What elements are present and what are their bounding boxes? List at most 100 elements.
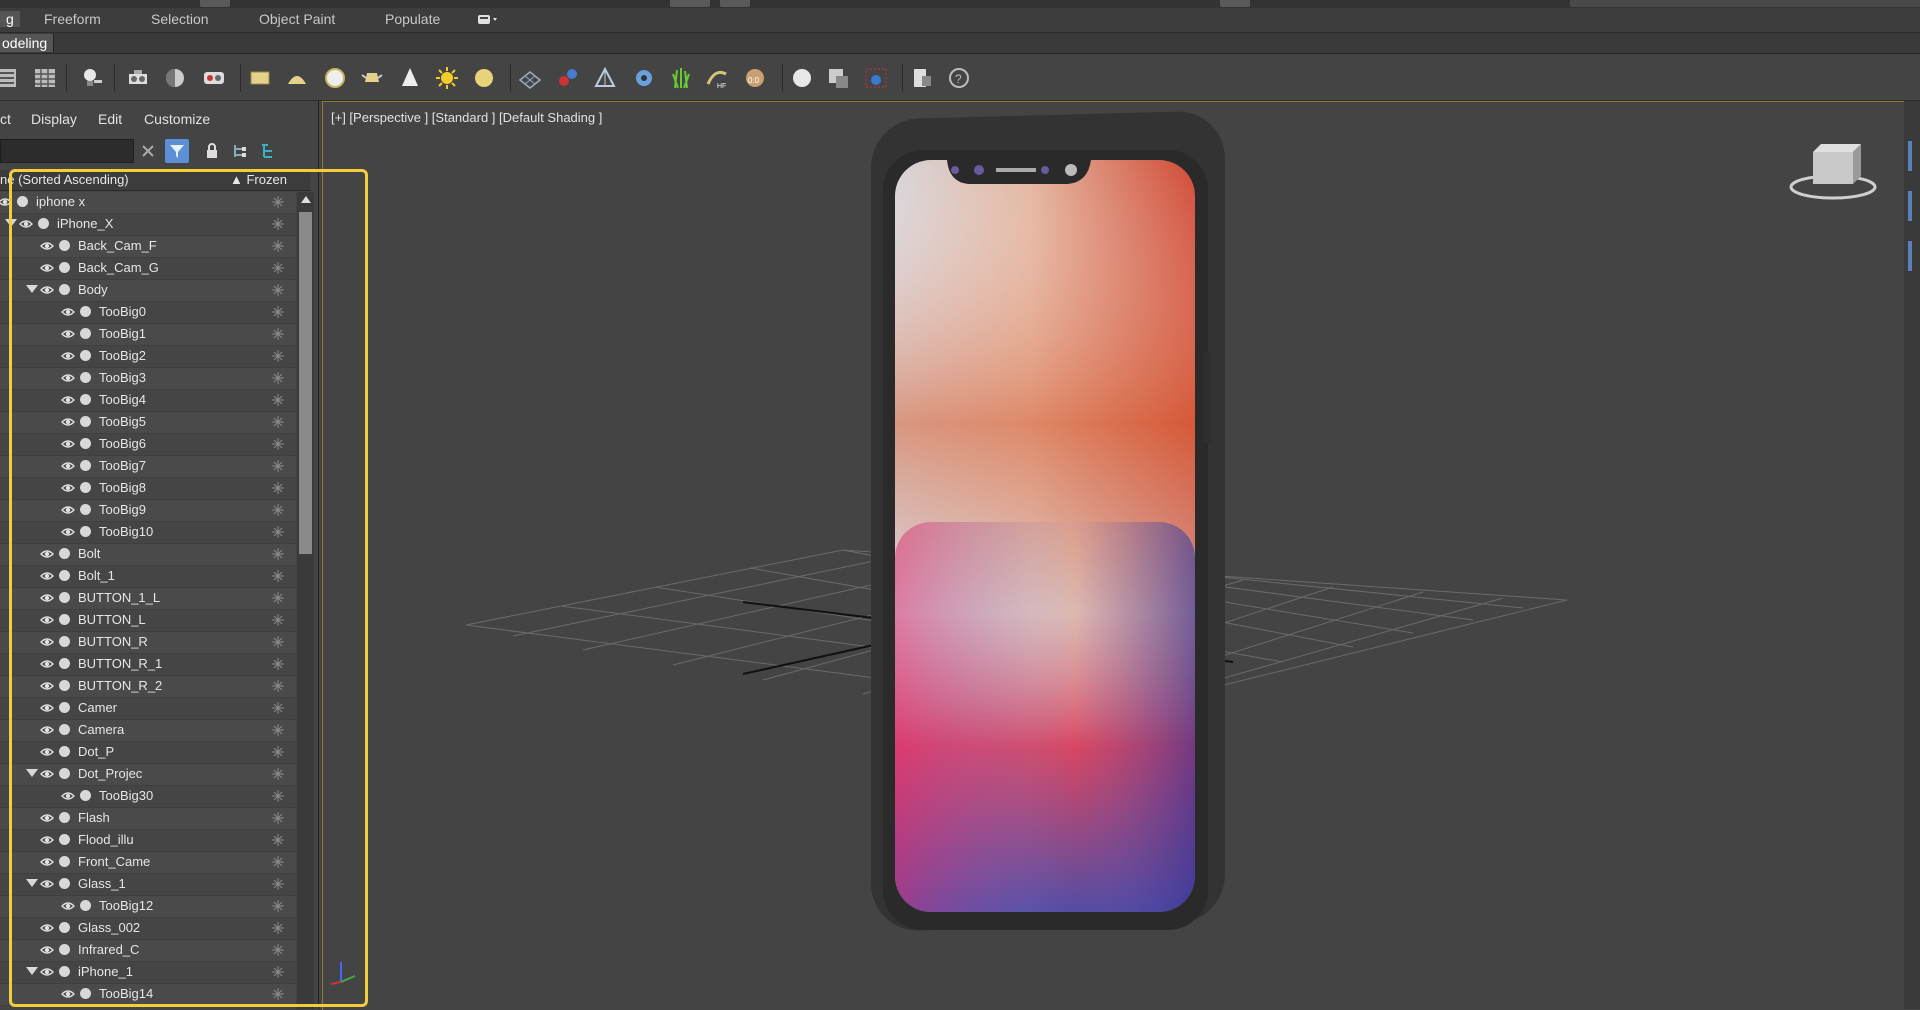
- tree-row[interactable]: Bolt_1: [0, 566, 296, 588]
- material-icon[interactable]: [824, 64, 852, 92]
- tree-row[interactable]: TooBig6: [0, 434, 296, 456]
- ribbon-panel-label[interactable]: odeling: [0, 34, 55, 52]
- sphere-half-icon[interactable]: [161, 64, 189, 92]
- render-toggle-icon[interactable]: [59, 592, 70, 603]
- render-toggle-icon[interactable]: [59, 658, 70, 669]
- tree-row[interactable]: Infrared_C: [0, 940, 296, 962]
- freeze-icon[interactable]: [272, 482, 284, 494]
- render-toggle-icon[interactable]: [59, 922, 70, 933]
- freeze-icon[interactable]: [272, 548, 284, 560]
- freeze-icon[interactable]: [272, 724, 284, 736]
- freeze-icon[interactable]: [272, 526, 284, 538]
- render-frame-icon[interactable]: [862, 64, 890, 92]
- render-toggle-icon[interactable]: [80, 416, 91, 427]
- freeze-icon[interactable]: [272, 966, 284, 978]
- visibility-eye-icon[interactable]: [40, 592, 54, 604]
- freeze-icon[interactable]: [272, 504, 284, 516]
- freeze-icon[interactable]: [272, 702, 284, 714]
- tree-row[interactable]: TooBig7: [0, 456, 296, 478]
- menu-edit[interactable]: Edit: [98, 111, 122, 127]
- visibility-eye-icon[interactable]: [40, 658, 54, 670]
- search-input[interactable]: [0, 139, 134, 163]
- tree-row[interactable]: Camera: [0, 720, 296, 742]
- table-icon[interactable]: [31, 64, 59, 92]
- freeze-icon[interactable]: [272, 372, 284, 384]
- visibility-eye-icon[interactable]: [61, 306, 75, 318]
- freeze-icon[interactable]: [272, 240, 284, 252]
- render-toggle-icon[interactable]: [59, 746, 70, 757]
- visibility-eye-icon[interactable]: [40, 240, 54, 252]
- menu-select[interactable]: ct: [0, 111, 11, 127]
- render-toggle-icon[interactable]: [80, 460, 91, 471]
- visibility-eye-icon[interactable]: [61, 988, 75, 1000]
- hierarchy-icon[interactable]: [228, 139, 252, 163]
- clear-search-icon[interactable]: [136, 139, 160, 163]
- freeze-icon[interactable]: [272, 856, 284, 868]
- visibility-eye-icon[interactable]: [61, 416, 75, 428]
- tree-row[interactable]: iPhone_X: [0, 214, 296, 236]
- menu-customize[interactable]: Customize: [144, 111, 210, 127]
- column-name[interactable]: ne (Sorted Ascending): [0, 172, 129, 187]
- tree-row[interactable]: TooBig5: [0, 412, 296, 434]
- toolbox-icon[interactable]: [124, 64, 152, 92]
- visibility-eye-icon[interactable]: [61, 350, 75, 362]
- freeze-icon[interactable]: [272, 900, 284, 912]
- render-toggle-icon[interactable]: [59, 966, 70, 977]
- freeze-icon[interactable]: [272, 284, 284, 296]
- tree-row[interactable]: BUTTON_L: [0, 610, 296, 632]
- gear-blue-icon[interactable]: [630, 64, 658, 92]
- visibility-eye-icon[interactable]: [40, 614, 54, 626]
- lock-icon[interactable]: [200, 139, 224, 163]
- tree-row[interactable]: Flood_illu: [0, 830, 296, 852]
- sphere-yellow-icon[interactable]: [470, 64, 498, 92]
- visibility-eye-icon[interactable]: [40, 570, 54, 582]
- render-toggle-icon[interactable]: [59, 570, 70, 581]
- visibility-eye-icon[interactable]: [40, 680, 54, 692]
- layers-icon[interactable]: [256, 139, 280, 163]
- tree-row[interactable]: Back_Cam_F: [0, 236, 296, 258]
- light-bulb-icon[interactable]: [78, 64, 106, 92]
- visibility-eye-icon[interactable]: [40, 768, 54, 780]
- visibility-eye-icon[interactable]: [19, 218, 33, 230]
- tree-row[interactable]: Back_Cam_G: [0, 258, 296, 280]
- render-toggle-icon[interactable]: [59, 284, 70, 295]
- perspective-viewport[interactable]: [+] [Perspective ] [Standard ] [Default …: [322, 101, 1905, 1010]
- tree-row[interactable]: TooBig0: [0, 302, 296, 324]
- panel-tab[interactable]: [1908, 141, 1912, 171]
- tree-row[interactable]: TooBig1: [0, 324, 296, 346]
- plane-icon[interactable]: [246, 64, 274, 92]
- expand-arrow-icon[interactable]: [5, 219, 17, 227]
- grid-icon[interactable]: [516, 64, 544, 92]
- tree-row[interactable]: TooBig30: [0, 786, 296, 808]
- render-toggle-icon[interactable]: [59, 240, 70, 251]
- filter-icon[interactable]: [165, 139, 189, 163]
- visibility-eye-icon[interactable]: [40, 548, 54, 560]
- molecule-icon[interactable]: [554, 64, 582, 92]
- render-toggle-icon[interactable]: [59, 878, 70, 889]
- tree-row[interactable]: Bolt: [0, 544, 296, 566]
- freeze-icon[interactable]: [272, 944, 284, 956]
- pyramid-icon[interactable]: [591, 64, 619, 92]
- tree-row[interactable]: TooBig14: [0, 984, 296, 1006]
- tab-populate[interactable]: Populate: [385, 11, 440, 27]
- render-toggle-icon[interactable]: [59, 680, 70, 691]
- tree-row[interactable]: TooBig8: [0, 478, 296, 500]
- tree-row[interactable]: Glass_1: [0, 874, 296, 896]
- visibility-eye-icon[interactable]: [40, 966, 54, 978]
- tree-row[interactable]: Flash: [0, 808, 296, 830]
- hair-icon[interactable]: HF: [703, 64, 731, 92]
- tab-freeform[interactable]: Freeform: [44, 11, 101, 27]
- freeze-icon[interactable]: [272, 438, 284, 450]
- sculpt-icon[interactable]: 0:0: [741, 64, 769, 92]
- visibility-eye-icon[interactable]: [61, 790, 75, 802]
- freeze-icon[interactable]: [272, 570, 284, 582]
- panel-tab[interactable]: [1908, 191, 1912, 221]
- freeze-icon[interactable]: [272, 394, 284, 406]
- freeze-icon[interactable]: [272, 218, 284, 230]
- render-toggle-icon[interactable]: [80, 482, 91, 493]
- visibility-eye-icon[interactable]: [61, 504, 75, 516]
- tree-row[interactable]: BUTTON_R: [0, 632, 296, 654]
- tree-row[interactable]: Glass_002: [0, 918, 296, 940]
- freeze-icon[interactable]: [272, 636, 284, 648]
- tree-row[interactable]: Camer: [0, 698, 296, 720]
